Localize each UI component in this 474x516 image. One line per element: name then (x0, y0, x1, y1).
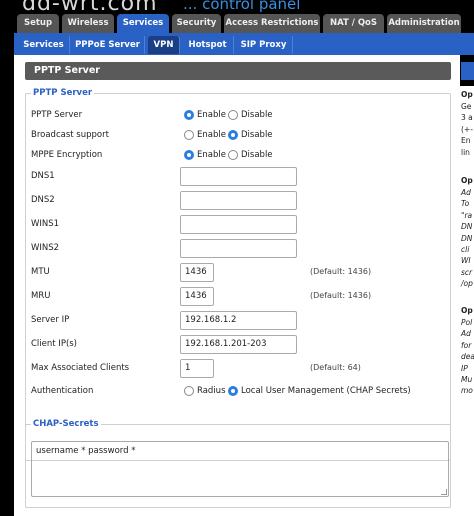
mppe-disable-radio[interactable] (228, 150, 238, 160)
tab-services[interactable]: Services (117, 14, 169, 33)
max-clients-label: Max Associated Clients (31, 363, 130, 373)
broadcast-support-label: Broadcast support (31, 130, 109, 140)
main-content: PPTP Server PPTP Server PPTP Server Enab… (14, 55, 460, 516)
logo-subtitle: ... control panel (183, 0, 301, 13)
client-ips-input[interactable]: 192.168.1.201-203 (180, 335, 297, 354)
sub-tabs: Services PPPoE Server VPN Hotspot SIP Pr… (14, 33, 474, 55)
help-text-3: Pol Ad for dea IP Mu mo (461, 318, 474, 396)
help-panel-header (461, 62, 474, 80)
pptp-server-disable-label: Disable (241, 110, 273, 120)
dns2-input[interactable] (180, 191, 297, 210)
tab-nat-qos[interactable]: NAT / QoS (323, 14, 384, 33)
pptp-server-label: PPTP Server (31, 110, 83, 120)
subtab-pppoe-server[interactable]: PPPoE Server (71, 36, 145, 54)
mtu-default-note: (Default: 1436) (310, 267, 372, 276)
wins2-input[interactable] (180, 239, 297, 258)
dns2-label: DNS2 (31, 195, 55, 205)
server-ip-label: Server IP (31, 315, 70, 325)
max-clients-default-note: (Default: 64) (310, 363, 361, 372)
broadcast-enable-label: Enable (197, 130, 226, 140)
subtab-services[interactable]: Services (18, 36, 70, 54)
auth-local-label: Local User Management (CHAP Secrets) (241, 386, 411, 396)
pptp-server-disable-radio[interactable] (228, 110, 238, 120)
authentication-label: Authentication (31, 386, 94, 396)
mtu-label: MTU (31, 267, 50, 277)
page-title: PPTP Server (25, 62, 451, 80)
client-ips-label: Client IP(s) (31, 339, 78, 349)
site-logo: dd-wrt.com (22, 0, 158, 14)
help-text-1: Ge 3 a (+- En lin (461, 102, 473, 157)
broadcast-enable-radio[interactable] (184, 130, 194, 140)
main-tabs: Setup Wireless Services Security Access … (0, 14, 474, 33)
header: dd-wrt.com ... control panel (0, 0, 474, 14)
server-ip-input[interactable]: 192.168.1.2 (180, 311, 297, 330)
mtu-input[interactable]: 1436 (180, 263, 214, 282)
help-title-2: Op (461, 176, 473, 185)
tab-administration[interactable]: Administration (387, 14, 461, 33)
max-clients-input[interactable]: 1 (180, 359, 214, 378)
mru-default-note: (Default: 1436) (310, 291, 372, 300)
auth-local-radio[interactable] (228, 386, 238, 396)
wins2-label: WINS2 (31, 243, 60, 253)
mru-input[interactable]: 1436 (180, 287, 214, 306)
tab-wireless[interactable]: Wireless (62, 14, 114, 33)
wins1-input[interactable] (180, 215, 297, 234)
chap-secrets-text: username * password * (36, 446, 136, 456)
chap-legend: CHAP-Secrets (31, 419, 101, 429)
mppe-disable-label: Disable (241, 150, 273, 160)
mppe-enable-radio[interactable] (184, 150, 194, 160)
pptp-legend: PPTP Server (31, 88, 95, 98)
pptp-fieldset: PPTP Server PPTP Server Enable Disable B… (25, 88, 451, 461)
left-edge (0, 55, 14, 516)
tab-setup[interactable]: Setup (17, 14, 59, 33)
pptp-server-enable-radio[interactable] (184, 110, 194, 120)
chap-secrets-textarea[interactable]: username * password * (31, 441, 449, 497)
tab-access-restrictions[interactable]: Access Restrictions (224, 14, 320, 33)
help-text-2: Ad To "ra DN DN cli WI scr /op (461, 188, 473, 289)
mru-label: MRU (31, 291, 51, 301)
chap-fieldset: CHAP-Secrets username * password * (25, 419, 451, 508)
dns1-label: DNS1 (31, 171, 55, 181)
auth-radius-radio[interactable] (184, 386, 194, 396)
mppe-encryption-label: MPPE Encryption (31, 150, 103, 160)
wins1-label: WINS1 (31, 219, 60, 229)
auth-radius-label: Radius (197, 386, 226, 396)
resize-grip-icon[interactable] (441, 489, 447, 495)
help-title-1: Op (461, 90, 473, 99)
tab-security[interactable]: Security (172, 14, 221, 33)
help-title-3: Op (461, 306, 473, 315)
pptp-server-enable-label: Enable (197, 110, 226, 120)
subtab-vpn[interactable]: VPN (148, 36, 180, 54)
dns1-input[interactable] (180, 167, 297, 186)
mppe-enable-label: Enable (197, 150, 226, 160)
broadcast-disable-label: Disable (241, 130, 273, 140)
subtab-hotspot[interactable]: Hotspot (182, 36, 234, 54)
subtab-sip-proxy[interactable]: SIP Proxy (235, 36, 293, 54)
broadcast-disable-radio[interactable] (228, 130, 238, 140)
